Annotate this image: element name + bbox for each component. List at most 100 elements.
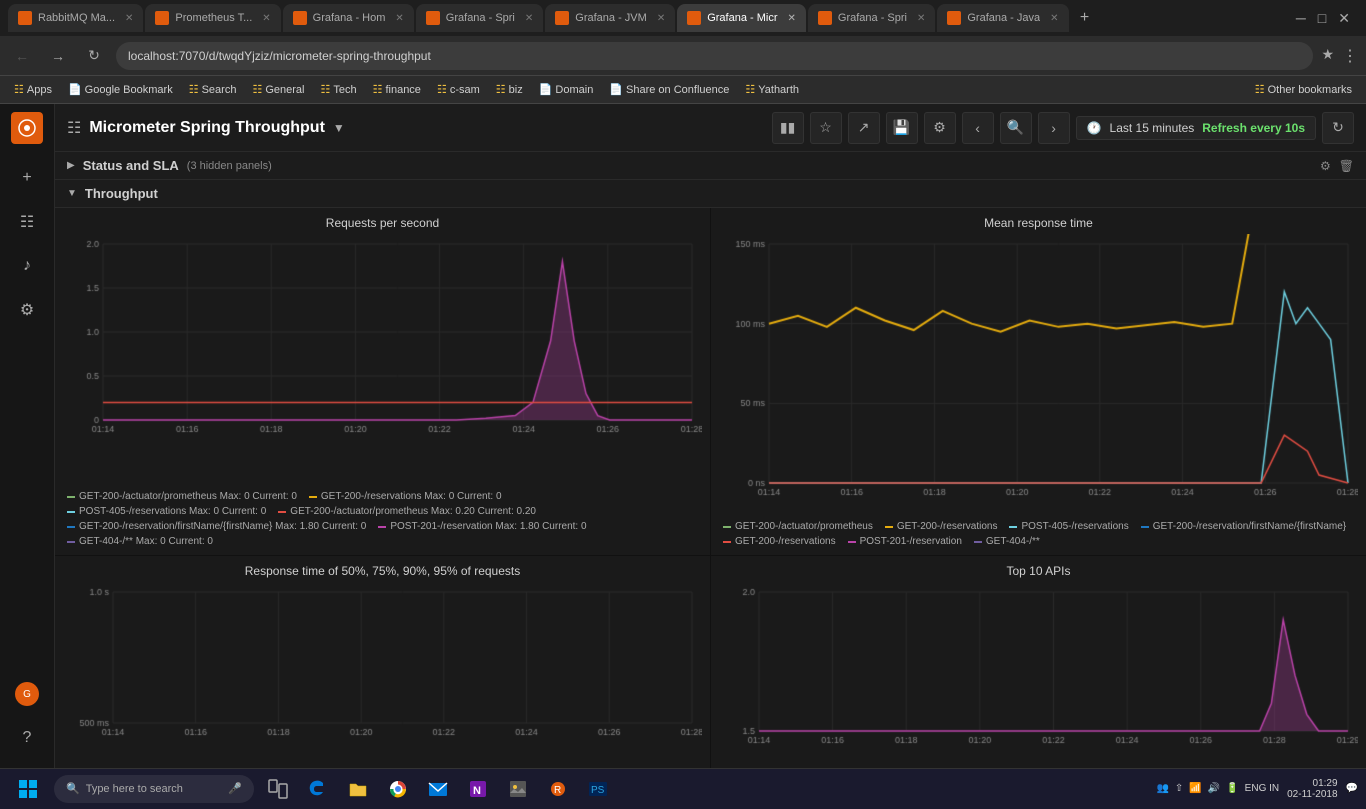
sidebar-item-alerts[interactable]: ♪	[7, 246, 47, 286]
minimize-icon[interactable]: ─	[1296, 10, 1306, 27]
tab-close-icon[interactable]: ✕	[525, 13, 533, 24]
tab-grafana-java[interactable]: Grafana - Java ✕	[937, 4, 1068, 32]
legend-item: GET-200-/actuator/prometheus Max: 0 Curr…	[67, 491, 297, 502]
close-icon[interactable]: ✕	[1338, 10, 1350, 27]
tab-grafana-spr2[interactable]: Grafana - Spri ✕	[808, 4, 935, 32]
chrome-icon[interactable]	[380, 771, 416, 807]
bookmark-csam[interactable]: ☷ c-sam	[431, 81, 486, 98]
tab-rabbitmq[interactable]: RabbitMQ Ma... ✕	[8, 4, 143, 32]
address-bar[interactable]: localhost:7070/d/twqdYjziz/micrometer-sp…	[116, 42, 1313, 70]
bookmark-label: Share on Confluence	[626, 84, 729, 96]
powershell-icon[interactable]: PS	[580, 771, 616, 807]
bookmark-google[interactable]: 📄 Google Bookmark	[62, 81, 179, 98]
bookmark-search[interactable]: ☷ Search	[183, 81, 243, 98]
time-range-picker[interactable]: 🕐 Last 15 minutes Refresh every 10s	[1076, 116, 1316, 140]
add-panel-button[interactable]: ▮▮	[772, 112, 804, 144]
mrt-canvas	[719, 234, 1358, 513]
svg-text:PS: PS	[591, 785, 605, 796]
tab-grafana-home[interactable]: Grafana - Hom ✕	[283, 4, 414, 32]
sidebar-item-help[interactable]: ?	[7, 718, 47, 758]
taskbar-search[interactable]: 🔍 Type here to search 🎤	[54, 775, 254, 803]
refresh-button[interactable]: ↻	[1322, 112, 1354, 144]
star-button[interactable]: ☆	[810, 112, 842, 144]
bookmark-general[interactable]: ☷ General	[246, 81, 310, 98]
tab-grafana-jvm[interactable]: Grafana - JVM ✕	[545, 4, 675, 32]
refresh-label: Refresh every 10s	[1202, 121, 1305, 135]
new-tab-button[interactable]: +	[1071, 4, 1099, 32]
prev-button[interactable]: ‹	[962, 112, 994, 144]
network-icon: 📶	[1189, 783, 1201, 794]
tab-close-icon[interactable]: ✕	[657, 13, 665, 24]
edge-icon[interactable]	[300, 771, 336, 807]
bookmark-confluence[interactable]: 📄 Share on Confluence	[603, 81, 735, 98]
bookmark-star-icon[interactable]: ★	[1321, 46, 1334, 66]
tab-close-icon[interactable]: ✕	[262, 13, 270, 24]
bookmark-label: Tech	[333, 84, 356, 96]
chart-area	[63, 234, 702, 487]
save-button[interactable]: 💾	[886, 112, 918, 144]
tab-title: RabbitMQ Ma...	[38, 12, 115, 24]
bookmark-biz[interactable]: ☷ biz	[490, 81, 529, 98]
tab-title: Prometheus T...	[175, 12, 252, 24]
bookmark-tech[interactable]: ☷ Tech	[314, 81, 362, 98]
throughput-section[interactable]: ▼ Throughput	[55, 180, 1366, 208]
bookmark-label: Search	[202, 84, 237, 96]
onenote-icon[interactable]: N	[460, 771, 496, 807]
bookmark-yatharth[interactable]: ☷ Yatharth	[739, 81, 805, 98]
volume-icon[interactable]: 🔊	[1208, 783, 1220, 794]
dashboard-title: Micrometer Spring Throughput ▼	[89, 119, 344, 137]
folder-icon: ☷	[320, 83, 330, 96]
reload-button[interactable]: ↻	[80, 42, 108, 70]
tab-close-icon[interactable]: ✕	[1050, 13, 1058, 24]
people-icon: 👥	[1156, 783, 1168, 794]
mail-icon[interactable]	[420, 771, 456, 807]
tab-close-icon[interactable]: ✕	[917, 13, 925, 24]
throughput-expand-icon: ▼	[67, 188, 77, 199]
browser-nav-icons: ★ ⋮	[1321, 46, 1358, 66]
tab-favicon	[293, 11, 307, 25]
bookmark-domain[interactable]: 📄 Domain	[533, 81, 600, 98]
share-button[interactable]: ↗	[848, 112, 880, 144]
sidebar-item-dashboards[interactable]: ☷	[7, 202, 47, 242]
file-explorer-icon[interactable]	[340, 771, 376, 807]
settings2-icon[interactable]: R	[540, 771, 576, 807]
zoom-button[interactable]: 🔍	[1000, 112, 1032, 144]
section-settings-icon[interactable]: ⚙	[1320, 159, 1331, 173]
up-arrow-icon[interactable]: ⇧	[1175, 783, 1183, 794]
bookmark-apps[interactable]: ☷ Apps	[8, 81, 58, 98]
task-view-icon[interactable]	[260, 771, 296, 807]
tab-close-icon[interactable]: ✕	[395, 13, 403, 24]
section-delete-icon[interactable]: 🗑	[1339, 159, 1354, 173]
start-button[interactable]	[8, 769, 48, 809]
bookmark-finance[interactable]: ☷ finance	[367, 81, 427, 98]
browser-chrome: RabbitMQ Ma... ✕ Prometheus T... ✕ Grafa…	[0, 0, 1366, 104]
settings-button[interactable]: ⚙	[924, 112, 956, 144]
maximize-icon[interactable]: □	[1318, 10, 1326, 27]
chart-title: Mean response time	[719, 216, 1358, 230]
panel-top10-apis: Top 10 APIs	[711, 556, 1366, 768]
sidebar-item-settings[interactable]: ⚙	[7, 290, 47, 330]
tab-grafana-spring[interactable]: Grafana - Spri ✕	[416, 4, 543, 32]
page-icon: 📄	[68, 83, 82, 96]
legend-item: GET-200-/reservations	[723, 536, 836, 547]
dashboard-dropdown-icon[interactable]: ▼	[333, 121, 345, 135]
forward-button[interactable]: →	[44, 42, 72, 70]
photos-icon[interactable]	[500, 771, 536, 807]
notification-icon[interactable]: 💬	[1346, 783, 1358, 794]
folder-icon: ☷	[252, 83, 262, 96]
tab-close-icon[interactable]: ✕	[125, 13, 133, 24]
status-sla-section[interactable]: ▶ Status and SLA (3 hidden panels) ⚙ 🗑	[55, 152, 1366, 180]
tab-favicon	[155, 11, 169, 25]
sidebar-item-user[interactable]: G	[7, 674, 47, 714]
tab-grafana-micr[interactable]: Grafana - Micr ✕	[677, 4, 806, 32]
bookmark-other[interactable]: ☷ Other bookmarks	[1249, 81, 1358, 98]
time-range-label: Last 15 minutes	[1110, 121, 1195, 135]
grafana-logo[interactable]	[11, 112, 43, 144]
search-placeholder: Type here to search	[86, 783, 183, 795]
tab-close-icon[interactable]: ✕	[788, 13, 796, 24]
back-button[interactable]: ←	[8, 42, 36, 70]
next-button[interactable]: ›	[1038, 112, 1070, 144]
browser-menu-icon[interactable]: ⋮	[1342, 46, 1358, 66]
tab-prometheus[interactable]: Prometheus T... ✕	[145, 4, 280, 32]
sidebar-item-plus[interactable]: +	[7, 158, 47, 198]
